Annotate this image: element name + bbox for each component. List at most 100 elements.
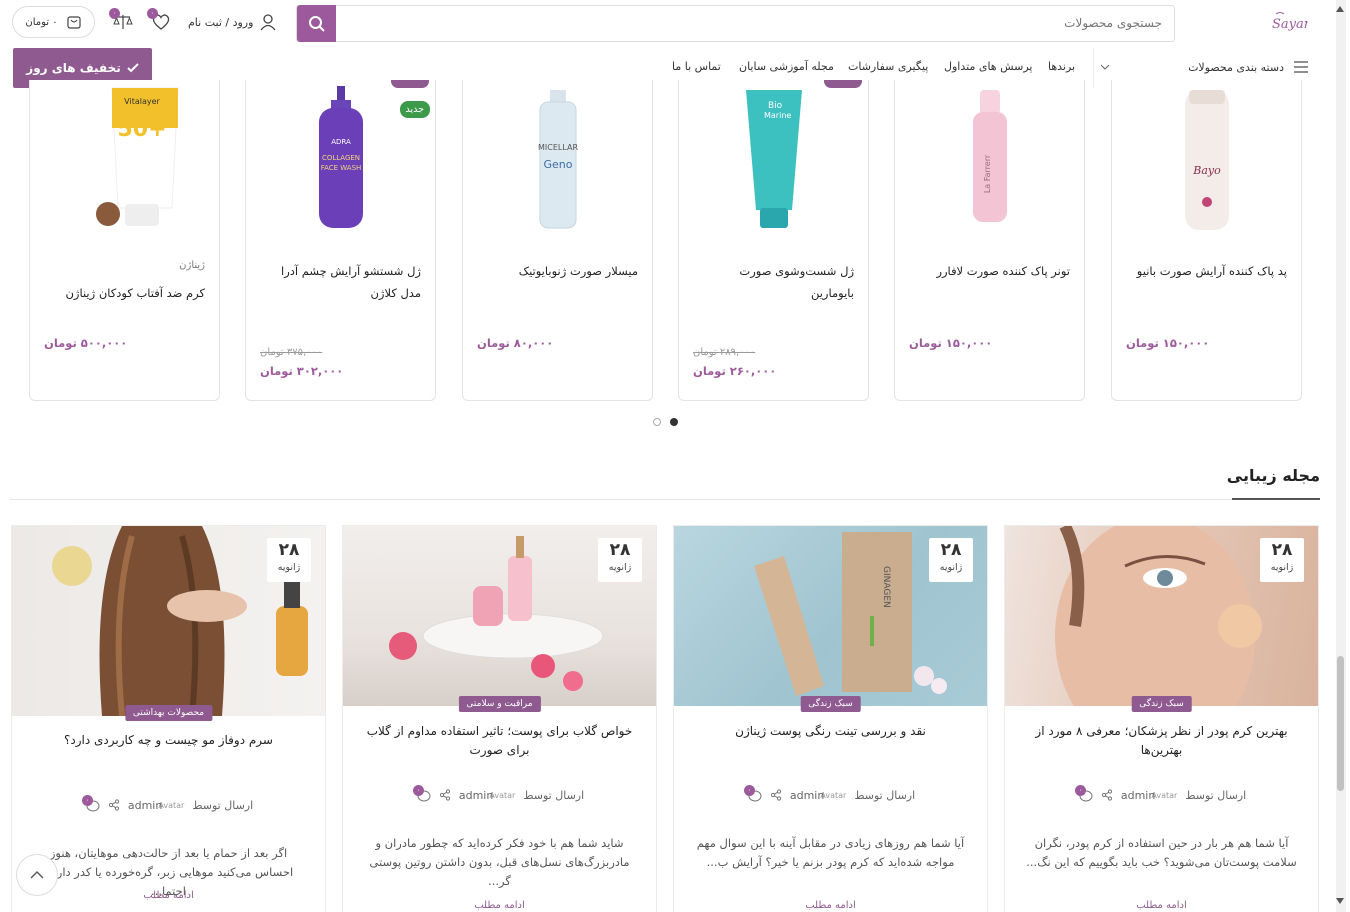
product-image: MICELLAR Geno — [537, 90, 578, 229]
product-card[interactable]: Bio Marine ژل شست‌وشوی صورت بایومارین ۲۸… — [678, 80, 869, 401]
read-more-link[interactable]: ادامه مطلب — [1005, 900, 1318, 911]
author-prefix: ارسال توسط — [192, 798, 254, 812]
article-category[interactable]: مراقبت و سلامتی — [458, 696, 541, 712]
product-card[interactable]: La Farrerr تونر پاک کننده صورت لافارر ۱۵… — [894, 80, 1085, 401]
read-more-link[interactable]: ادامه مطلب — [674, 900, 987, 911]
article-card[interactable]: ۲۸ ژانویه مراقبت و سلامتی خواص گلاب برای … — [342, 525, 657, 912]
compare-button[interactable]: ۰ — [109, 8, 134, 32]
user-icon — [260, 14, 276, 31]
svg-text:Bayo: Bayo — [1192, 164, 1221, 177]
product-name[interactable]: میسلار صورت ژنوبایوتیک — [478, 260, 638, 282]
product-name[interactable]: تونر پاک کننده صورت لافارر — [910, 260, 1070, 282]
categories-menu[interactable]: دسته بندی محصولات — [1100, 58, 1308, 76]
product-image: La Farrerr — [972, 90, 1007, 222]
author-prefix: ارسال توسط — [1185, 788, 1247, 802]
comments-link[interactable]: ۰ — [743, 785, 762, 802]
product-name[interactable]: کرم ضد آفتاب کودکان ژیناژن — [45, 282, 205, 304]
comments-link[interactable]: ۰ — [81, 795, 100, 812]
carousel-dot[interactable] — [653, 418, 661, 426]
author-name[interactable]: admin — [128, 799, 162, 812]
avatar: Avatar — [1151, 790, 1178, 800]
carousel-dot-active[interactable] — [670, 418, 678, 426]
article-card[interactable]: ۲۸ ژانویه محصولات بهداشتی سرم دوفاز مو چی… — [11, 525, 326, 912]
logo-text: Sayan — [1272, 17, 1308, 32]
article-category[interactable]: سبک زندگی — [800, 696, 861, 712]
article-title[interactable]: بهترین کرم پودر از نظر پزشکان؛ معرفی ۸ م… — [1023, 722, 1300, 760]
svg-text:Bio: Bio — [768, 101, 783, 111]
wishlist-button[interactable]: ۰ — [147, 8, 172, 32]
read-more-link[interactable]: ادامه مطلب — [12, 890, 325, 901]
product-image: Vitalayer 50+ — [95, 87, 179, 226]
svg-text:Vitalayer: Vitalayer — [124, 97, 160, 106]
author-name[interactable]: admin — [1121, 789, 1155, 802]
wishlist-count: ۰ — [147, 8, 158, 19]
nav-item-magazine[interactable]: مجله آموزشی سایان — [739, 60, 834, 73]
search-button[interactable] — [297, 5, 336, 42]
author-prefix: ارسال توسط — [854, 788, 916, 802]
product-card[interactable]: ADRA COLLAGEN FACE WASH جدید ژل شستشو آر… — [245, 80, 436, 401]
article-excerpt: آیا شما هم هر بار در حین استفاده از کرم … — [1026, 836, 1297, 869]
share-icon[interactable] — [108, 799, 120, 811]
categories-label: دسته بندی محصولات — [1188, 60, 1284, 74]
scrollbar-thumb[interactable] — [1337, 656, 1344, 791]
site-logo[interactable]: Sayan — [1268, 10, 1312, 36]
article-excerpt: آیا شما هم روزهای زیادی در مقابل آینه با… — [696, 836, 965, 869]
share-icon[interactable] — [439, 789, 451, 801]
product-brand[interactable]: ژیناژن — [179, 260, 205, 271]
svg-text:FACE WASH: FACE WASH — [320, 164, 361, 172]
product-name[interactable]: پد پاک کننده آرایش صورت بانیو — [1127, 260, 1287, 282]
article-excerpt: شاید شما هم با خود فکر کرده‌اید که چطور … — [369, 836, 630, 888]
article-card[interactable]: ۲۸ ژانویه سبک زندگی بهترین کرم پودر از نظ… — [1004, 525, 1319, 912]
scroll-down-arrow[interactable] — [1336, 898, 1344, 904]
product-image: ADRA COLLAGEN FACE WASH — [318, 86, 363, 228]
article-card[interactable]: GINAGEN ۲۸ ژانویه سبک زندگی نقد و بررسی ت… — [673, 525, 988, 912]
product-card[interactable]: MICELLAR Geno میسلار صورت ژنوبایوتیک ۸۰,… — [462, 80, 653, 401]
share-icon[interactable] — [1101, 789, 1113, 801]
share-icon[interactable] — [770, 789, 782, 801]
comment-count: ۰ — [412, 785, 424, 796]
comments-link[interactable]: ۰ — [412, 785, 431, 802]
login-link[interactable]: ورود / ثبت نام — [188, 13, 277, 31]
nav-item-order-tracking[interactable]: پیگیری سفارشات — [848, 60, 928, 73]
article-category[interactable]: سبک زندگی — [1131, 696, 1192, 712]
search-input[interactable] — [762, 16, 1162, 30]
deal-label: تخفیف های روز — [26, 61, 121, 75]
nav-item-brands[interactable]: برندها — [1048, 60, 1075, 73]
author-prefix: ارسال توسط — [523, 788, 585, 802]
sale-badge — [391, 80, 429, 88]
comment-count: ۰ — [81, 795, 93, 806]
product-price: ۲۶۰,۰۰۰ تومان — [693, 364, 777, 378]
article-title[interactable]: سرم دوفاز مو چیست و چه کاربردی دارد؟ — [30, 731, 307, 750]
scroll-up-arrow[interactable] — [1336, 6, 1344, 12]
new-badge: جدید — [399, 101, 430, 118]
svg-text:50+: 50+ — [117, 117, 166, 142]
compare-count: ۰ — [109, 8, 120, 19]
product-image: Bayo — [1184, 90, 1229, 230]
product-price: ۸۰,۰۰۰ تومان — [477, 336, 554, 350]
product-name[interactable]: ژل شستشو آرایش چشم آدرا مدل کلاژن — [261, 260, 421, 304]
author-name[interactable]: admin — [459, 789, 493, 802]
comments-link[interactable]: ۰ — [1074, 785, 1093, 802]
svg-text:COLLAGEN: COLLAGEN — [321, 154, 359, 162]
avatar: Avatar — [158, 800, 185, 810]
cart-button[interactable]: ۰ تومان — [12, 6, 95, 38]
svg-text:MICELLAR: MICELLAR — [537, 143, 577, 152]
article-title[interactable]: نقد و بررسی تینت رنگی پوست ژیناژن — [692, 722, 969, 741]
product-name[interactable]: ژل شست‌وشوی صورت بایومارین — [694, 260, 854, 304]
product-old-price: ۲۸۹,۰۰۰ تومان — [693, 347, 756, 358]
author-name[interactable]: admin — [790, 789, 824, 802]
article-title[interactable]: خواص گلاب برای پوست؛ تاثیر استفاده مداوم… — [361, 722, 638, 760]
menu-icon — [1294, 61, 1308, 73]
article-date: ۲۸ ژانویه — [598, 538, 642, 582]
product-card[interactable]: Vitalayer 50+ ژیناژن کرم ضد آفتاب کودکان… — [29, 80, 220, 401]
read-more-link[interactable]: ادامه مطلب — [343, 900, 656, 911]
product-card[interactable]: Bayo پد پاک کننده آرایش صورت بانیو ۱۵۰,۰… — [1111, 80, 1302, 401]
product-price: ۱۵۰,۰۰۰ تومان — [909, 336, 993, 350]
comment-count: ۰ — [1074, 785, 1086, 796]
nav-item-faq[interactable]: پرسش های متداول — [944, 60, 1032, 73]
comment-count: ۰ — [743, 785, 755, 796]
chevron-up-icon — [30, 871, 44, 879]
nav-item-contact[interactable]: تماس با ما — [672, 60, 721, 73]
article-category[interactable]: محصولات بهداشتی — [124, 705, 213, 721]
scroll-to-top-button[interactable] — [16, 854, 58, 896]
